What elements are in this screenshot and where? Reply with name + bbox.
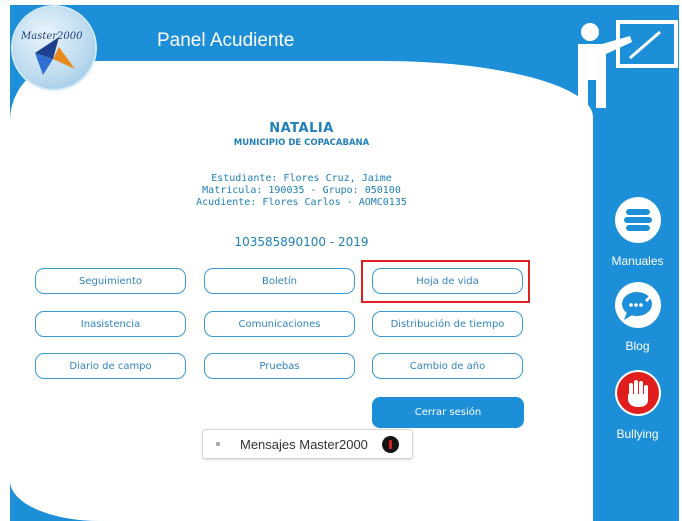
- pruebas-button[interactable]: Pruebas: [204, 353, 355, 379]
- books-icon: [614, 197, 661, 243]
- seguimiento-button[interactable]: Seguimiento: [35, 268, 186, 294]
- distribucion-tiempo-button[interactable]: Distribución de tiempo: [372, 311, 523, 337]
- boletin-button[interactable]: Boletín: [204, 268, 355, 294]
- app-frame: Master2000 Panel Acudiente NATALIA MUNIC…: [10, 5, 679, 521]
- messages-label: Mensajes Master2000: [240, 437, 368, 452]
- messages-widget[interactable]: Mensajes Master2000: [202, 429, 413, 459]
- diario-de-campo-button[interactable]: Diario de campo: [35, 353, 186, 379]
- stop-hand-icon: [614, 370, 661, 416]
- teacher-board-icon: [578, 20, 678, 108]
- sidebar-item-blog[interactable]: Blog: [596, 282, 679, 353]
- messages-bullet-icon: [216, 442, 220, 446]
- municipality-label: MUNICIPIO DE COPACABANA: [233, 138, 370, 148]
- sidebar-item-bullying[interactable]: Bullying: [596, 370, 679, 441]
- code-year-label: 103585890100 - 2019: [234, 235, 369, 249]
- logo-text: Master2000: [21, 31, 83, 42]
- student-info-line: Estudiante: Flores Cruz, Jaime: [211, 173, 392, 184]
- sidebar-item-label: Manuales: [611, 254, 664, 268]
- messages-alert-icon[interactable]: [382, 436, 399, 453]
- cambio-de-anio-button[interactable]: Cambio de año: [372, 353, 523, 379]
- page-title: Panel Acudiente: [157, 30, 295, 51]
- sidebar-item-manuales[interactable]: Manuales: [596, 197, 679, 268]
- logo-emblem-icon: [35, 37, 75, 75]
- sidebar-item-label: Blog: [625, 339, 650, 353]
- master2000-logo: Master2000: [13, 7, 95, 89]
- student-name: NATALIA: [269, 121, 334, 136]
- inasistencia-button[interactable]: Inasistencia: [35, 311, 186, 337]
- hoja-de-vida-button[interactable]: Hoja de vida: [372, 268, 523, 294]
- sidebar-item-label: Bullying: [616, 427, 659, 441]
- chat-bubble-icon: [614, 282, 661, 328]
- enrollment-info-line: Matricula: 190035 - Grupo: 050100: [202, 185, 401, 196]
- logout-button[interactable]: Cerrar sesión: [372, 397, 524, 428]
- guardian-info-line: Acudiente: Flores Carlos - AOMC0135: [196, 197, 407, 208]
- comunicaciones-button[interactable]: Comunicaciones: [204, 311, 355, 337]
